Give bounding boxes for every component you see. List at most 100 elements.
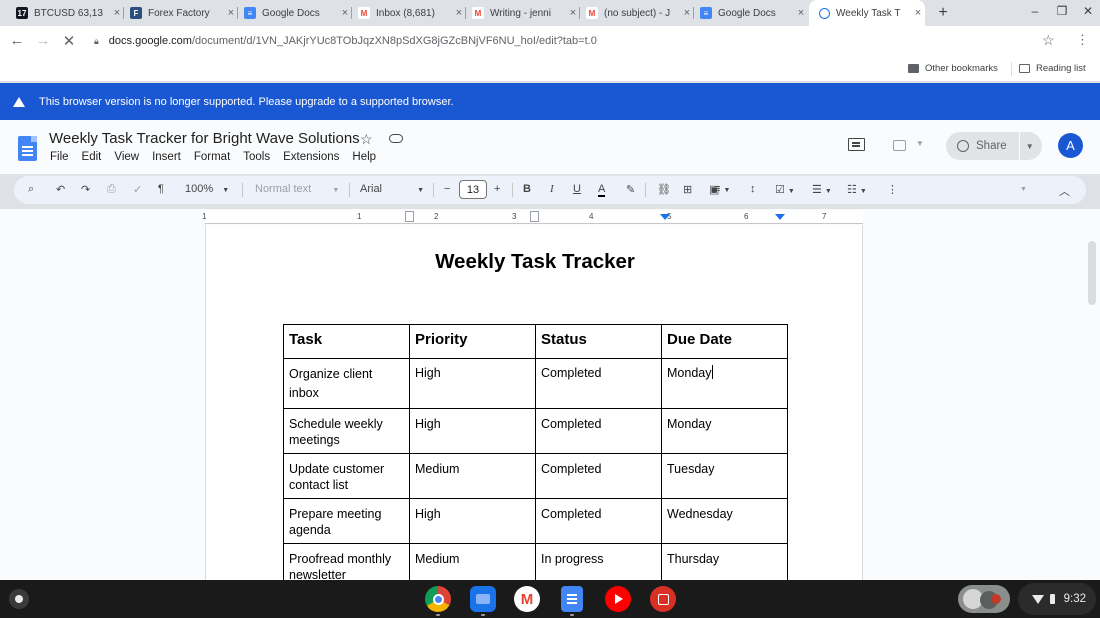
header-status[interactable]: Status xyxy=(535,324,662,359)
table-cell[interactable]: Organize client inbox xyxy=(283,358,410,409)
header-priority[interactable]: Priority xyxy=(409,324,536,359)
close-icon[interactable]: × xyxy=(110,7,124,19)
indent-marker[interactable] xyxy=(775,214,785,220)
tab-inbox[interactable]: M Inbox (8,681) × xyxy=(352,3,466,23)
back-icon[interactable]: ← xyxy=(8,32,26,49)
close-icon[interactable]: × xyxy=(680,7,694,19)
document-heading[interactable]: Weekly Task Tracker xyxy=(206,250,864,274)
line-spacing-icon[interactable]: ↕ xyxy=(750,183,756,195)
redo-icon[interactable]: ↷ xyxy=(81,183,90,196)
close-icon[interactable]: × xyxy=(224,7,238,19)
table-cell[interactable]: Schedule weekly meetings xyxy=(283,408,410,454)
menu-insert[interactable]: Insert xyxy=(152,151,181,163)
lock-icon[interactable]: 🔒︎ xyxy=(94,36,99,47)
font-size-input[interactable]: 13 xyxy=(459,180,487,199)
other-bookmarks[interactable]: Other bookmarks xyxy=(908,63,998,74)
close-icon[interactable]: × xyxy=(911,7,925,19)
youtube-icon[interactable] xyxy=(605,586,631,612)
docs-logo-icon[interactable] xyxy=(18,136,37,161)
font-select[interactable]: Arial ▼ xyxy=(360,183,424,195)
table-cell[interactable]: High xyxy=(409,498,536,544)
add-comment-icon[interactable]: ⊞ xyxy=(683,183,692,196)
decrease-font-size-icon[interactable]: − xyxy=(444,183,450,195)
cloud-status-icon[interactable] xyxy=(389,134,403,143)
style-select[interactable]: Normal text ▼ xyxy=(255,183,339,195)
table-cell[interactable]: Completed xyxy=(535,498,662,544)
chrome-icon[interactable] xyxy=(425,586,451,612)
gmail-icon[interactable]: M xyxy=(514,586,540,612)
menu-file[interactable]: File xyxy=(50,151,69,163)
header-due-date[interactable]: Due Date xyxy=(661,324,788,359)
column-marker[interactable] xyxy=(405,211,414,222)
bulleted-list-icon[interactable]: ☰ ▼ xyxy=(812,183,832,196)
share-button[interactable]: Share ▼ xyxy=(946,132,1042,160)
files-icon[interactable] xyxy=(470,586,496,612)
text-color-icon[interactable]: A xyxy=(598,183,606,197)
menu-help[interactable]: Help xyxy=(352,151,376,163)
table-cell[interactable]: Tuesday xyxy=(661,453,788,499)
tab-weekly-task-tracker[interactable]: Weekly Task T × xyxy=(809,0,925,26)
share-dropdown-icon[interactable]: ▼ xyxy=(1026,142,1034,151)
numbered-list-icon[interactable]: ☷ ▼ xyxy=(847,183,867,196)
tab-no-subject[interactable]: M (no subject) - J × xyxy=(580,3,694,23)
search-menus-icon[interactable]: ⌕ xyxy=(28,183,34,196)
undo-icon[interactable]: ↶ xyxy=(56,183,65,196)
hide-menus-icon[interactable]: ︿ xyxy=(1059,183,1070,199)
document-title[interactable]: Weekly Task Tracker for Bright Wave Solu… xyxy=(49,130,360,147)
table-cell[interactable]: Prepare meeting agenda xyxy=(283,498,410,544)
close-window-icon[interactable]: ✕ xyxy=(1081,4,1095,18)
spellcheck-icon[interactable]: ✓ xyxy=(133,183,142,196)
menu-extensions[interactable]: Extensions xyxy=(283,151,339,163)
meet-icon[interactable] xyxy=(893,140,906,151)
tab-writing[interactable]: M Writing - jenni × xyxy=(466,3,580,23)
print-icon[interactable]: ⎙ xyxy=(107,183,116,196)
indent-marker[interactable] xyxy=(660,214,670,220)
forward-icon[interactable]: → xyxy=(34,32,52,49)
close-icon[interactable]: × xyxy=(452,7,466,19)
menu-tools[interactable]: Tools xyxy=(243,151,270,163)
zoom-select[interactable]: 100% ▼ xyxy=(185,183,229,195)
close-icon[interactable]: × xyxy=(338,7,352,19)
bold-icon[interactable]: B xyxy=(523,183,531,195)
restore-icon[interactable]: ❐ xyxy=(1055,4,1069,18)
new-tab-button[interactable]: + xyxy=(935,4,951,22)
browser-menu-icon[interactable]: ⋮ xyxy=(1076,32,1089,48)
close-icon[interactable]: × xyxy=(566,7,580,19)
tab-btcusd[interactable]: 17 BTCUSD 63,13 × xyxy=(10,3,124,23)
reading-list[interactable]: Reading list xyxy=(1019,63,1086,74)
highlight-color-icon[interactable]: ✎ xyxy=(626,183,635,196)
avatar[interactable]: A xyxy=(1058,133,1083,158)
column-marker[interactable] xyxy=(530,211,539,222)
scrollbar[interactable] xyxy=(1088,241,1096,305)
table-cell[interactable]: High xyxy=(409,408,536,454)
status-area[interactable]: 9:32 xyxy=(1018,583,1096,615)
tab-forex-factory[interactable]: F Forex Factory × xyxy=(124,3,238,23)
gallery-icon[interactable] xyxy=(650,586,676,612)
link-icon[interactable]: ⛓ xyxy=(657,183,671,196)
table-cell[interactable]: Completed xyxy=(535,358,662,409)
table-cell[interactable]: Update customer contact list xyxy=(283,453,410,499)
italic-icon[interactable]: I xyxy=(550,183,554,195)
bookmark-star-icon[interactable]: ☆ xyxy=(1042,32,1055,49)
task-table[interactable]: Task Priority Status Due Date Organize c… xyxy=(283,324,788,589)
minimize-icon[interactable]: – xyxy=(1028,4,1042,18)
more-options-icon[interactable]: ⋮ xyxy=(887,183,898,196)
menu-format[interactable]: Format xyxy=(194,151,230,163)
table-cell[interactable]: Completed xyxy=(535,408,662,454)
docs-icon[interactable] xyxy=(561,586,583,612)
table-cell[interactable]: Wednesday xyxy=(661,498,788,544)
paint-format-icon[interactable]: ¶ xyxy=(158,183,164,195)
header-task[interactable]: Task xyxy=(283,324,410,359)
stop-loading-icon[interactable]: ✕ xyxy=(60,32,78,50)
comment-history-icon[interactable] xyxy=(848,138,865,151)
tray-holding-space-icon[interactable] xyxy=(958,585,1010,613)
table-cell[interactable]: High xyxy=(409,358,536,409)
menu-view[interactable]: View xyxy=(114,151,139,163)
tab-google-docs-2[interactable]: ≡ Google Docs × xyxy=(694,3,808,23)
underline-icon[interactable]: U xyxy=(573,183,581,195)
launcher-icon[interactable] xyxy=(9,589,29,609)
table-cell[interactable]: Monday xyxy=(661,408,788,454)
increase-font-size-icon[interactable]: + xyxy=(494,183,500,195)
chevron-down-icon[interactable]: ▼ xyxy=(1020,186,1027,193)
checklist-icon[interactable]: ☑ ▼ xyxy=(775,183,795,196)
